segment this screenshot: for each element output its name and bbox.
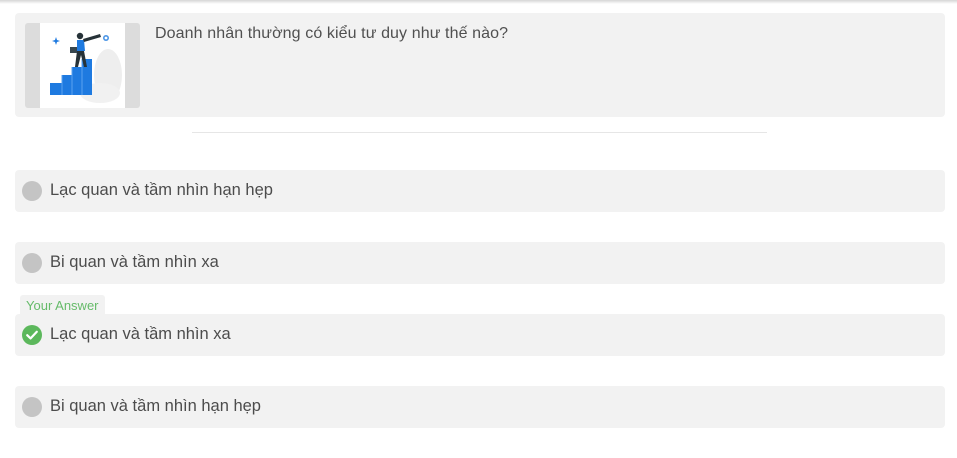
answer-option-1[interactable]: Lạc quan và tầm nhìn hạn hẹp <box>15 170 945 212</box>
answer-option-label: Lạc quan và tầm nhìn hạn hẹp <box>50 181 273 199</box>
question-image[interactable] <box>25 23 140 108</box>
answer-option-label: Bi quan và tầm nhìn xa <box>50 253 219 271</box>
radio-empty-icon[interactable] <box>22 397 42 417</box>
question-card: Doanh nhân thường có kiểu tư duy như thế… <box>15 13 945 117</box>
answer-option-2[interactable]: Bi quan và tầm nhìn xa <box>15 242 945 284</box>
question-text: Doanh nhân thường có kiểu tư duy như thế… <box>155 25 509 42</box>
divider <box>192 132 767 133</box>
answer-option-label: Bi quan và tầm nhìn hạn hẹp <box>50 397 261 415</box>
answer-option-label: Lạc quan và tầm nhìn xa <box>50 325 231 343</box>
businessman-illustration-icon <box>50 32 122 103</box>
answer-option-4[interactable]: Bi quan và tầm nhìn hạn hẹp <box>15 386 945 428</box>
top-shadow <box>0 0 957 4</box>
question-image-canvas <box>40 23 125 108</box>
radio-empty-icon[interactable] <box>22 253 42 273</box>
your-answer-tag: Your Answer <box>20 295 105 315</box>
radio-empty-icon[interactable] <box>22 181 42 201</box>
answer-option-3[interactable]: Lạc quan và tầm nhìn xa <box>15 314 945 356</box>
check-circle-icon[interactable] <box>22 325 42 345</box>
